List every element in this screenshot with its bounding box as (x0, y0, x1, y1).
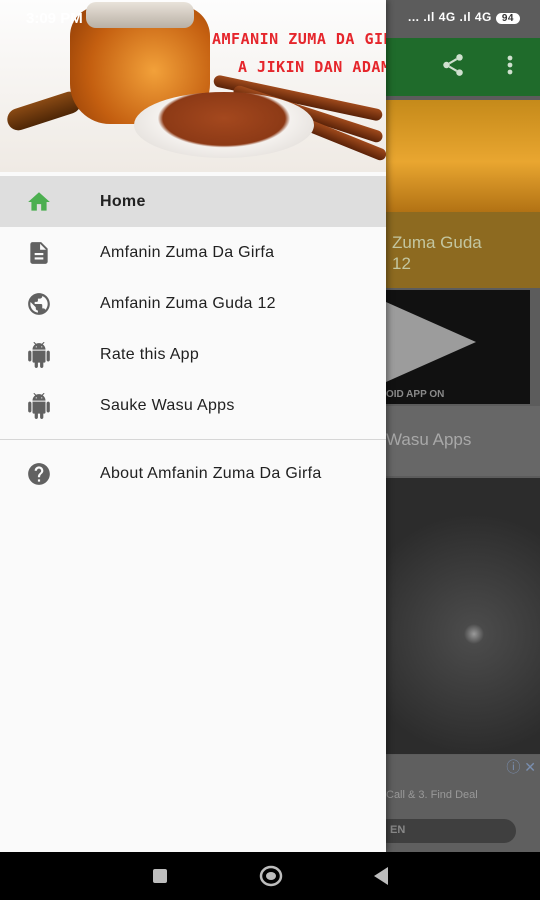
more-options-icon[interactable] (500, 52, 520, 84)
help-icon (26, 461, 52, 487)
menu-item-about[interactable]: About Amfanin Zuma Da Girfa (0, 448, 386, 499)
ad-choices-icon: ⓘ ✕ (506, 759, 536, 775)
ad-button: EN (376, 819, 516, 843)
menu-item-label: Amfanin Zuma Guda 12 (100, 294, 276, 312)
android-icon (26, 342, 52, 368)
ad-banner: ⓘ ✕ Call & 3. Find Deal EN (376, 755, 540, 852)
header-title-line2: A JIKIN DAN ADAM (238, 58, 386, 76)
menu-item-label: Sauke Wasu Apps (100, 396, 235, 414)
background-card-guda: Zuma Guda 12 (386, 212, 540, 288)
menu-divider (0, 439, 386, 440)
cinnamon-bowl-image (134, 92, 314, 158)
ad-text: Call & 3. Find Deal (386, 789, 478, 801)
menu-item-amfanin-zuma-guda-12[interactable]: Amfanin Zuma Guda 12 (0, 278, 386, 329)
home-button-icon[interactable] (259, 865, 283, 892)
document-icon (26, 240, 52, 266)
background-dark-image (386, 478, 540, 754)
globe-icon (26, 291, 52, 317)
menu-item-label: Amfanin Zuma Da Girfa (100, 243, 275, 261)
background-card-label: Zuma Guda 12 (392, 233, 482, 273)
play-icon (386, 302, 476, 382)
google-play-badge: OID APP ON (386, 290, 530, 404)
android-icon (26, 393, 52, 419)
menu-item-home[interactable]: Home (0, 176, 386, 227)
honey-image (386, 100, 540, 212)
recents-icon[interactable] (152, 868, 168, 889)
drawer-menu: Home Amfanin Zuma Da Girfa Amfanin Zuma … (0, 176, 386, 499)
status-time: 3:09 PM (26, 10, 83, 27)
status-icons: ... .ıl 4G .ıl 4G 94 (408, 10, 520, 24)
menu-item-label: Rate this App (100, 345, 200, 363)
signal-indicators: ... .ıl 4G .ıl 4G (408, 10, 492, 24)
menu-item-label: About Amfanin Zuma Da Girfa (100, 464, 322, 482)
menu-item-amfanin-zuma-da-girfa[interactable]: Amfanin Zuma Da Girfa (0, 227, 386, 278)
home-icon (26, 189, 52, 215)
menu-item-rate-this-app[interactable]: Rate this App (0, 329, 386, 380)
menu-item-sauke-wasu-apps[interactable]: Sauke Wasu Apps (0, 380, 386, 431)
system-navigation-bar (0, 852, 540, 900)
status-bar: 3:09 PM ... .ıl 4G .ıl 4G 94 (0, 0, 540, 38)
play-badge-text: OID APP ON (386, 389, 445, 400)
share-icon[interactable] (440, 52, 466, 84)
background-card-wasu: Wasu Apps (386, 406, 540, 476)
battery-icon: 94 (495, 13, 520, 24)
navigation-drawer: AMFANIN ZUMA DA GIRFA A JIKIN DAN ADAM H… (0, 0, 386, 852)
back-icon[interactable] (372, 866, 390, 891)
background-card-label: Wasu Apps (386, 430, 472, 449)
menu-item-label: Home (100, 192, 146, 210)
